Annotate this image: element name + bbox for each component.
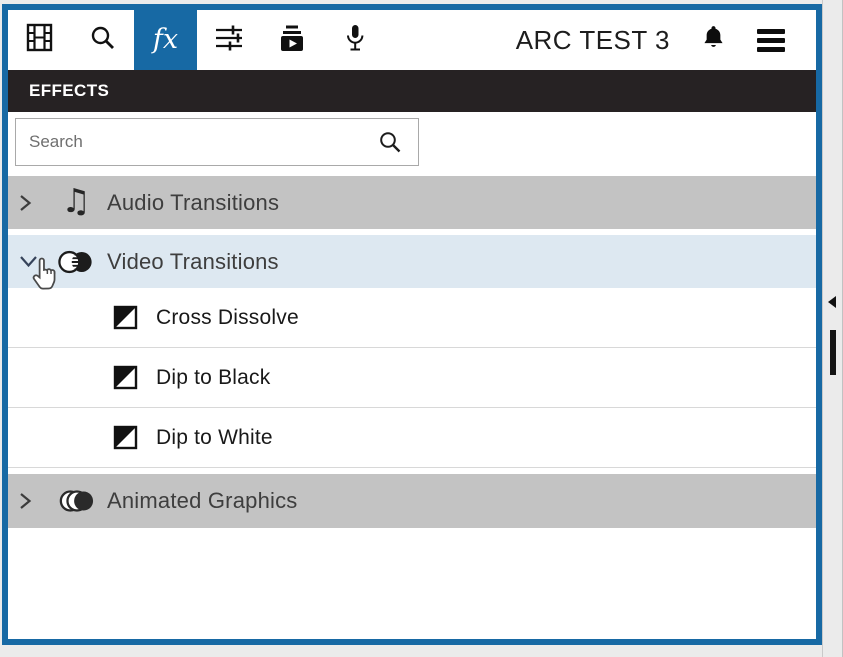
effects-panel-window: fx	[2, 4, 822, 645]
media-library-button[interactable]	[8, 10, 71, 70]
tree-group-animated-graphics[interactable]: Animated Graphics	[8, 474, 816, 528]
group-label: Video Transitions	[107, 249, 279, 275]
outer-scrollbar-gutter	[822, 0, 843, 657]
group-label: Animated Graphics	[107, 488, 298, 514]
filmstrip-icon	[26, 23, 53, 57]
search-submit-icon[interactable]	[378, 130, 403, 155]
chevron-right-icon[interactable]	[18, 193, 42, 213]
search-icon	[89, 24, 117, 57]
fx-icon: fx	[153, 26, 178, 53]
tree-group-audio-transitions[interactable]: ♫ Audio Transitions	[8, 176, 816, 229]
tree-group-video-transitions[interactable]: Video Transitions	[8, 235, 816, 288]
chevron-right-icon[interactable]	[18, 491, 42, 511]
record-audio-button[interactable]	[323, 10, 386, 70]
animated-graphics-icon	[58, 486, 94, 516]
video-transitions-children: Cross Dissolve Dip to Black	[8, 288, 816, 468]
item-label: Dip to White	[156, 426, 273, 450]
adjustments-button[interactable]	[197, 10, 260, 70]
toolbar-right-pad	[800, 10, 816, 70]
notifications-button[interactable]	[684, 10, 742, 70]
panel-header-label: EFFECTS	[29, 81, 109, 101]
bell-icon	[700, 24, 727, 56]
collapse-panel-arrow-icon[interactable]	[828, 296, 836, 308]
diagonal-split-square-icon	[113, 305, 138, 330]
toolbar-spacer	[386, 10, 516, 70]
hamburger-icon	[757, 29, 785, 52]
effects-search-box	[15, 118, 419, 166]
diagonal-split-square-icon	[113, 425, 138, 450]
tree-item-dip-to-white[interactable]: Dip to White	[8, 408, 816, 468]
search-input[interactable]	[16, 132, 378, 152]
top-toolbar: fx	[8, 10, 816, 70]
music-note-icon: ♫	[58, 186, 94, 219]
menu-button[interactable]	[742, 10, 800, 70]
item-label: Dip to Black	[156, 366, 270, 390]
video-transition-icon	[58, 247, 94, 277]
export-button[interactable]	[260, 10, 323, 70]
microphone-icon	[342, 23, 368, 58]
search-tool-button[interactable]	[71, 10, 134, 70]
scrollbar-thumb[interactable]	[830, 330, 836, 375]
item-label: Cross Dissolve	[156, 306, 299, 330]
group-label: Audio Transitions	[107, 190, 279, 216]
effects-tab-button[interactable]: fx	[134, 10, 197, 70]
tree-item-dip-to-black[interactable]: Dip to Black	[8, 348, 816, 408]
diagonal-split-square-icon	[113, 365, 138, 390]
effects-tree: ♫ Audio Transitions	[8, 176, 816, 528]
panel-header: EFFECTS	[8, 70, 816, 112]
tree-item-cross-dissolve[interactable]: Cross Dissolve	[8, 288, 816, 348]
project-title: ARC TEST 3	[516, 25, 670, 56]
sliders-icon	[214, 23, 244, 58]
chevron-down-icon[interactable]	[18, 254, 42, 269]
export-video-icon	[277, 23, 307, 58]
